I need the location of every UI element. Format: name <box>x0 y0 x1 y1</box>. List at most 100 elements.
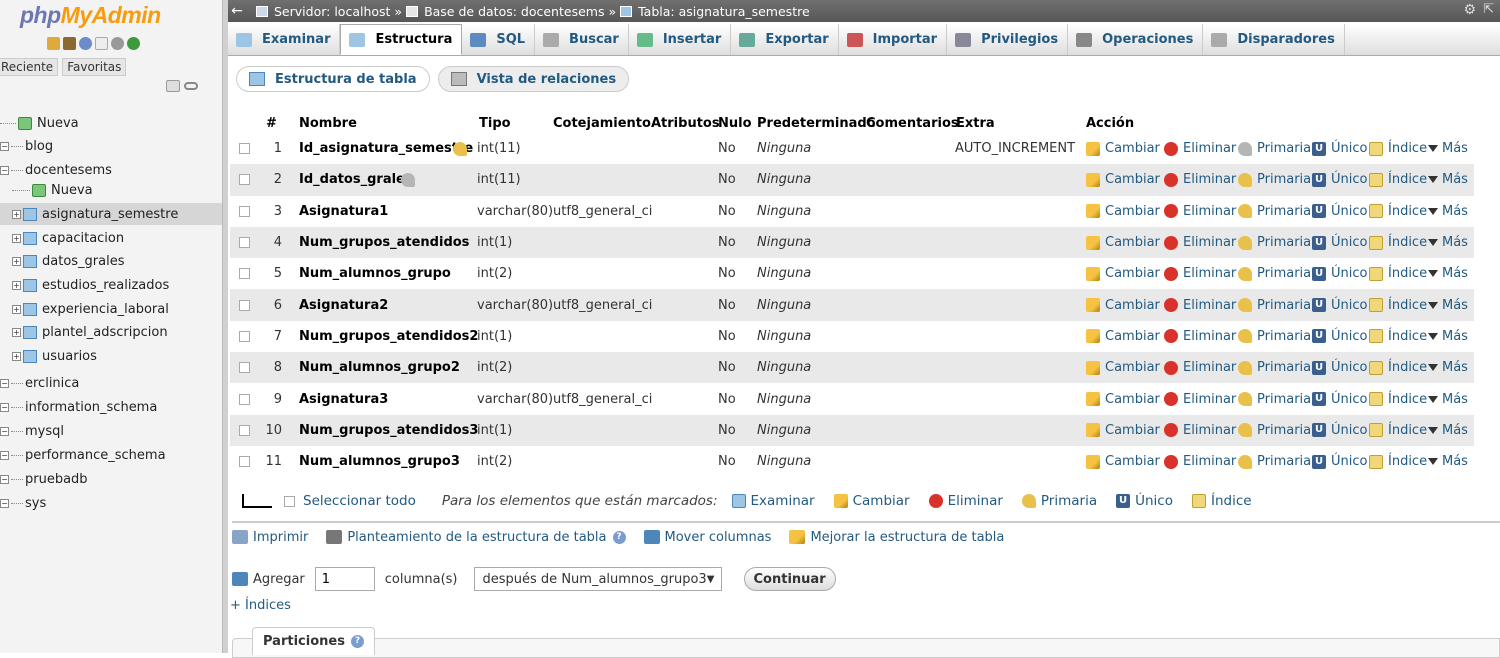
row-checkbox[interactable] <box>239 456 250 468</box>
tree-item[interactable]: + asignatura_semestre <box>0 203 222 225</box>
row-checkbox[interactable] <box>239 143 250 155</box>
breadcrumb-server[interactable]: Servidor: localhost » <box>274 4 402 19</box>
expand-icon[interactable]: − <box>0 450 9 460</box>
action-more[interactable]: Más <box>1428 352 1468 383</box>
expand-icon[interactable]: + <box>12 209 21 219</box>
expand-icon[interactable]: + <box>12 351 21 361</box>
col-extra[interactable]: Extra <box>956 113 995 133</box>
action-primary[interactable]: Primaria <box>1238 133 1311 164</box>
settings-icon[interactable] <box>111 37 124 50</box>
action-more[interactable]: Más <box>1428 227 1468 258</box>
expand-icon[interactable]: − <box>0 165 9 175</box>
action-change[interactable]: Cambiar <box>1086 352 1160 383</box>
breadcrumb-database[interactable]: Base de datos: docentesems » <box>424 4 616 19</box>
bulk-index-button[interactable]: Índice <box>1191 493 1252 509</box>
action-drop[interactable]: Eliminar <box>1164 258 1236 289</box>
maximize-icon[interactable]: ⇱ <box>1483 2 1494 17</box>
home-icon[interactable] <box>47 37 60 50</box>
bulk-drop-button[interactable]: Eliminar <box>928 493 1003 509</box>
action-index[interactable]: Índice <box>1369 289 1427 320</box>
action-index[interactable]: Índice <box>1369 383 1427 414</box>
action-drop[interactable]: Eliminar <box>1164 352 1236 383</box>
tree-item[interactable]: − docentesems <box>0 159 222 181</box>
expand-icon[interactable]: + <box>12 256 21 266</box>
action-change[interactable]: Cambiar <box>1086 164 1160 195</box>
tree-item[interactable]: + capacitacion <box>0 227 222 249</box>
expand-icon[interactable]: + <box>12 280 21 290</box>
expand-icon[interactable]: − <box>0 141 9 151</box>
row-checkbox[interactable] <box>239 393 250 405</box>
action-change[interactable]: Cambiar <box>1086 196 1160 227</box>
action-drop[interactable]: Eliminar <box>1164 196 1236 227</box>
action-index[interactable]: Índice <box>1369 258 1427 289</box>
tree-item[interactable]: + datos_grales <box>0 250 222 272</box>
action-index[interactable]: Índice <box>1369 227 1427 258</box>
expand-icon[interactable]: + <box>12 304 21 314</box>
action-more[interactable]: Más <box>1428 383 1468 414</box>
action-primary[interactable]: Primaria <box>1238 227 1311 258</box>
tree-item[interactable]: − information_schema <box>0 396 222 418</box>
action-index[interactable]: Índice <box>1369 321 1427 352</box>
tab-buscar[interactable]: Buscar <box>535 24 629 55</box>
action-primary[interactable]: Primaria <box>1238 196 1311 227</box>
action-more[interactable]: Más <box>1428 321 1468 352</box>
column-count-input[interactable] <box>314 567 375 591</box>
action-unique[interactable]: U Único <box>1312 196 1367 227</box>
print-link[interactable]: Imprimir <box>232 530 308 545</box>
action-more[interactable]: Más <box>1428 133 1468 164</box>
breadcrumb-table[interactable]: Tabla: asignatura_semestre <box>638 4 810 19</box>
tab-privilegios[interactable]: Privilegios <box>947 24 1069 55</box>
tree-item[interactable]: − performance_schema <box>0 444 222 466</box>
action-index[interactable]: Índice <box>1369 415 1427 446</box>
action-index[interactable]: Índice <box>1369 133 1427 164</box>
tab-examinar[interactable]: Examinar <box>228 24 341 55</box>
link-with-main-icon[interactable] <box>184 82 198 90</box>
bulk-primary-button[interactable]: Primaria <box>1021 493 1097 509</box>
action-more[interactable]: Más <box>1428 289 1468 320</box>
action-unique[interactable]: U Único <box>1312 446 1367 477</box>
row-checkbox[interactable] <box>239 205 250 217</box>
tab-importar[interactable]: Importar <box>839 24 948 55</box>
tree-item[interactable]: − blog <box>0 135 222 157</box>
row-checkbox[interactable] <box>239 330 250 342</box>
add-index-link[interactable]: + Índices <box>230 598 291 613</box>
action-change[interactable]: Cambiar <box>1086 415 1160 446</box>
tab-recent[interactable]: Reciente <box>0 58 59 76</box>
action-primary[interactable]: Primaria <box>1238 258 1311 289</box>
action-unique[interactable]: U Único <box>1312 164 1367 195</box>
action-drop[interactable]: Eliminar <box>1164 227 1236 258</box>
action-unique[interactable]: U Único <box>1312 133 1367 164</box>
tree-item[interactable]: − pruebadb <box>0 468 222 490</box>
col-name[interactable]: Nombre <box>299 113 357 133</box>
action-change[interactable]: Cambiar <box>1086 133 1160 164</box>
action-primary[interactable]: Primaria <box>1238 446 1311 477</box>
action-drop[interactable]: Eliminar <box>1164 446 1236 477</box>
row-checkbox[interactable] <box>239 424 250 436</box>
tree-item[interactable]: − mysql <box>0 420 222 442</box>
tree-item[interactable]: Nueva <box>0 179 222 201</box>
tree-item[interactable]: + experiencia_laboral <box>0 298 222 320</box>
action-unique[interactable]: U Único <box>1312 289 1367 320</box>
tab-estructura[interactable]: Estructura <box>340 24 463 55</box>
row-checkbox[interactable] <box>239 362 250 374</box>
action-primary[interactable]: Primaria <box>1238 164 1311 195</box>
help-icon[interactable]: ? <box>612 530 626 544</box>
collapse-sidebar-icon[interactable]: ← <box>228 3 246 19</box>
action-more[interactable]: Más <box>1428 164 1468 195</box>
help-icon[interactable] <box>79 37 92 50</box>
tab-exportar[interactable]: Exportar <box>731 24 839 55</box>
tree-item[interactable]: − sys <box>0 492 222 514</box>
action-primary[interactable]: Primaria <box>1238 383 1311 414</box>
action-change[interactable]: Cambiar <box>1086 227 1160 258</box>
phpmyadmin-logo[interactable]: phpMyAdmin <box>20 2 161 29</box>
action-change[interactable]: Cambiar <box>1086 289 1160 320</box>
gear-icon[interactable]: ⚙ <box>1463 2 1476 18</box>
action-change[interactable]: Cambiar <box>1086 383 1160 414</box>
tab-operaciones[interactable]: Operaciones <box>1068 24 1204 55</box>
action-drop[interactable]: Eliminar <box>1164 321 1236 352</box>
action-more[interactable]: Más <box>1428 446 1468 477</box>
action-change[interactable]: Cambiar <box>1086 446 1160 477</box>
column-position-select[interactable]: después de Num_alumnos_grupo3 ▼ <box>473 567 722 591</box>
action-unique[interactable]: U Único <box>1312 415 1367 446</box>
expand-icon[interactable]: − <box>0 402 9 412</box>
